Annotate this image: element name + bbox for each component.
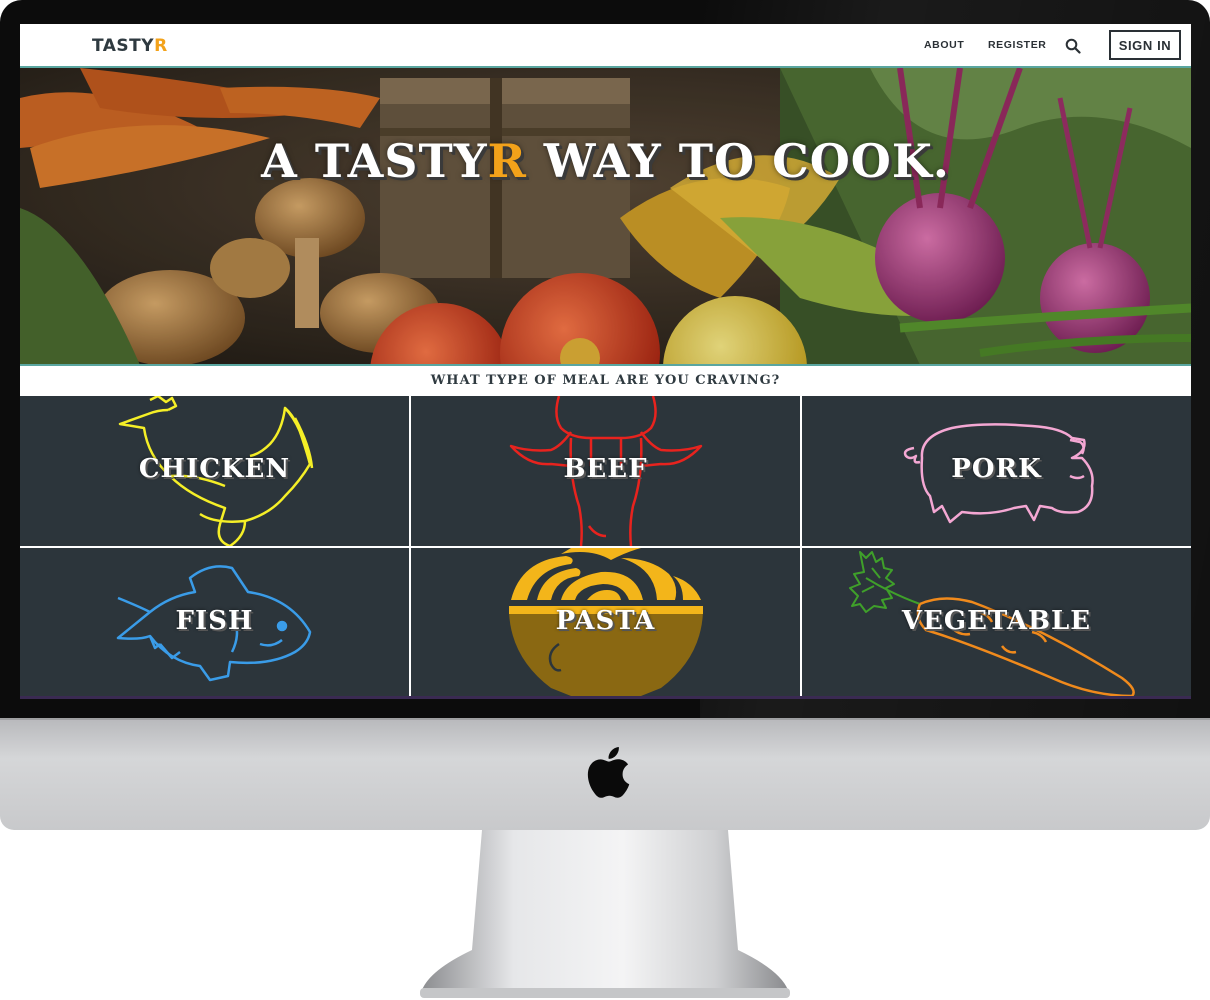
nav-about-link[interactable]: ABOUT	[924, 39, 964, 51]
category-label-beef: BEEF	[563, 454, 648, 484]
website-screen: TASTYR ABOUT REGISTER SIGN IN A TASTYR W…	[20, 24, 1191, 696]
tastyr-logo[interactable]: TASTYR	[92, 36, 168, 56]
category-tile-pasta[interactable]: PASTA	[411, 548, 800, 696]
meal-category-grid: CHICKEN BEEF PORK FISH PASTA VEGETABLE	[20, 396, 1191, 696]
apple-logo-icon	[587, 747, 630, 798]
monitor-stand	[420, 830, 790, 998]
top-navbar: TASTYR ABOUT REGISTER SIGN IN	[20, 24, 1191, 68]
category-tile-chicken[interactable]: CHICKEN	[20, 396, 409, 546]
meal-question-heading: WHAT TYPE OF MEAL ARE YOU CRAVING?	[20, 366, 1191, 396]
category-label-fish: FISH	[175, 606, 254, 636]
nav-register-link[interactable]: REGISTER	[988, 39, 1046, 51]
hero-vegetables-image	[20, 68, 1191, 365]
category-tile-fish[interactable]: FISH	[20, 548, 409, 696]
category-label-pasta: PASTA	[555, 606, 656, 636]
category-tile-beef[interactable]: BEEF	[411, 396, 800, 546]
hero-banner: A TASTYR WAY TO COOK.	[20, 68, 1191, 365]
category-tile-vegetable[interactable]: VEGETABLE	[802, 548, 1191, 696]
search-icon[interactable]	[1065, 38, 1081, 54]
screen-bottom-edge	[20, 696, 1191, 699]
category-label-pork: PORK	[951, 454, 1042, 484]
category-label-chicken: CHICKEN	[138, 454, 291, 484]
sign-in-button[interactable]: SIGN IN	[1109, 30, 1181, 60]
category-tile-pork[interactable]: PORK	[802, 396, 1191, 546]
category-label-vegetable: VEGETABLE	[901, 606, 1092, 636]
hero-title: A TASTYR WAY TO COOK.	[261, 134, 950, 188]
